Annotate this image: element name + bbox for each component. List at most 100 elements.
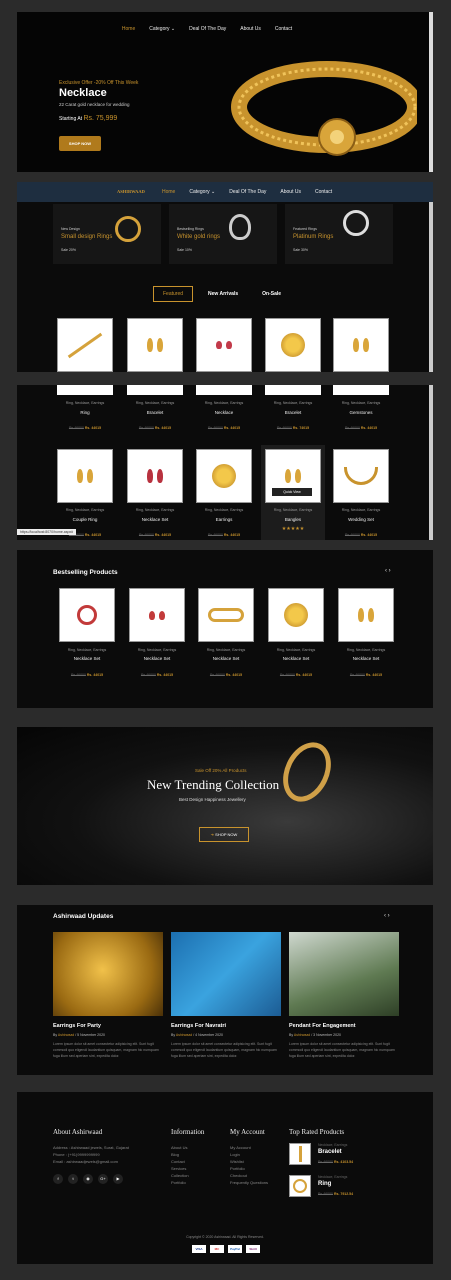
nav-about[interactable]: About Us	[240, 26, 261, 32]
quick-view-button[interactable]: Quick View	[272, 488, 312, 496]
brand-logo[interactable]: ASHIRWAAD	[117, 189, 145, 194]
sticky-nav-deal[interactable]: Deal Of The Day	[229, 189, 266, 195]
product-image[interactable]	[265, 318, 321, 372]
product-name[interactable]: Gemstones	[333, 410, 389, 415]
chevron-left-icon[interactable]: ‹	[384, 913, 386, 919]
sticky-nav-category[interactable]: Category ⌄	[189, 189, 215, 195]
product-name[interactable]: Bracelet	[265, 410, 321, 415]
product-card[interactable]: Ring, Necklace, Earrings Couple Ring Rs.…	[57, 449, 113, 537]
footer-link[interactable]: Login	[230, 1151, 268, 1158]
product-name[interactable]: Ring	[318, 1181, 331, 1187]
footer-link[interactable]: Collection	[171, 1172, 189, 1179]
banner-sale: Sale 10%	[177, 248, 192, 252]
product-card[interactable]: Ring, Necklace, Earrings Necklace Set Rs…	[59, 588, 115, 677]
sticky-nav-home[interactable]: Home	[162, 189, 175, 195]
blog-title[interactable]: Earrings For Party	[53, 1023, 163, 1029]
product-image[interactable]	[57, 318, 113, 372]
product-image: Quick View	[265, 449, 321, 503]
product-card-hovered[interactable]: Quick View Ring, Necklace, Earrings Bang…	[261, 445, 325, 540]
bestselling-panel: Bestselling Products ‹ › Ring, Necklace,…	[17, 550, 433, 708]
youtube-icon[interactable]: ▶	[113, 1174, 123, 1184]
google-plus-icon[interactable]: G+	[98, 1174, 108, 1184]
banner-title: Platinum Rings	[293, 234, 334, 240]
product-name[interactable]: Bracelet	[127, 410, 183, 415]
footer-link[interactable]: Frequently Questions	[230, 1179, 268, 1186]
product-name[interactable]: Earrings	[196, 517, 252, 522]
product-card[interactable]: Ring, Necklace, Earrings Necklace Set Rs…	[268, 588, 324, 677]
footer-link[interactable]: Blog	[171, 1151, 189, 1158]
product-card[interactable]: Ring, Necklace, Earrings Wedding Set Rs.…	[333, 449, 389, 537]
blog-card[interactable]: Earrings For Navratri By Ashirwaad / 4 N…	[171, 932, 281, 1059]
product-image	[196, 385, 252, 395]
tab-on-sale[interactable]: On-Sale	[253, 286, 290, 302]
nav-contact[interactable]: Contact	[275, 26, 292, 32]
product-name[interactable]: Bangles	[261, 517, 325, 522]
footer-link[interactable]: My Account	[230, 1144, 268, 1151]
product-image[interactable]	[333, 318, 389, 372]
product-card[interactable]: Ring, Necklace, Earrings Gemstones Rs.46…	[333, 385, 389, 430]
footer-info-title: Information	[171, 1128, 205, 1136]
shop-now-button[interactable]: SHOP NOW	[59, 136, 101, 151]
product-image[interactable]	[196, 318, 252, 372]
product-name[interactable]: Necklace Set	[268, 656, 324, 661]
chevron-right-icon[interactable]: ›	[388, 913, 390, 919]
sticky-nav-about[interactable]: About Us	[280, 189, 301, 195]
facebook-icon[interactable]: f	[53, 1174, 63, 1184]
blog-title[interactable]: Pendant For Engagement	[289, 1023, 399, 1029]
product-card[interactable]: Ring, Necklace, Earrings Ring Rs.46000 R…	[57, 385, 113, 430]
nav-deal[interactable]: Deal Of The Day	[189, 26, 226, 32]
banner-3[interactable]: Featured Rings Platinum Rings Sale 30%	[285, 204, 393, 264]
product-price: Rs.46000 Rs. 44015	[140, 673, 174, 677]
product-card[interactable]: Ring, Necklace, Earrings Necklace Set Rs…	[127, 449, 183, 537]
product-name[interactable]: Necklace Set	[198, 656, 254, 661]
product-name[interactable]: Necklace Set	[59, 656, 115, 661]
product-card[interactable]: Ring, Necklace, Earrings Necklace Set Rs…	[338, 588, 394, 677]
product-image	[127, 385, 183, 395]
tab-featured[interactable]: Featured	[153, 286, 194, 302]
scrollbar[interactable]	[429, 12, 433, 172]
blog-card[interactable]: Earrings For Party By Ashirwaad / 5 Nove…	[53, 932, 163, 1059]
blog-card[interactable]: Pendant For Engagement By Ashirwaad / 3 …	[289, 932, 399, 1059]
product-name[interactable]: Couple Ring	[57, 517, 113, 522]
blog-title[interactable]: Earrings For Navratri	[171, 1023, 281, 1029]
nav-category[interactable]: Category ⌄	[149, 26, 175, 32]
footer-link[interactable]: Portfolio	[171, 1179, 189, 1186]
footer-link[interactable]: Services	[171, 1165, 189, 1172]
footer-link[interactable]: Portfolio	[230, 1165, 268, 1172]
product-name[interactable]: Necklace	[196, 410, 252, 415]
top-rated-item[interactable]: Necklace, Earrings Bracelet Rs.46000 Rs.…	[289, 1143, 399, 1169]
trending-shop-button[interactable]: ➜ SHOP NOW	[199, 827, 249, 842]
banner-1[interactable]: New Design Small design Rings Sale 20%	[53, 204, 161, 264]
product-name[interactable]: Necklace Set	[129, 656, 185, 661]
chevron-right-icon[interactable]: ›	[389, 568, 391, 574]
product-image	[338, 588, 394, 642]
nav-home[interactable]: Home	[122, 26, 135, 32]
product-name[interactable]: Necklace Set	[338, 656, 394, 661]
footer-link[interactable]: Contact	[171, 1158, 189, 1165]
updates-panel: Ashirwaad Updates ‹ › Earrings For Party…	[17, 905, 433, 1075]
footer-link[interactable]: Checkout	[230, 1172, 268, 1179]
product-card[interactable]: Ring, Necklace, Earrings Necklace Set Rs…	[129, 588, 185, 677]
banner-2[interactable]: Bestselling Rings White gold rings Sale …	[169, 204, 277, 264]
product-card[interactable]: Ring, Necklace, Earrings Earrings Rs.460…	[196, 449, 252, 537]
scrollbar[interactable]	[429, 202, 433, 372]
product-name[interactable]: Wedding Set	[333, 517, 389, 522]
footer-link[interactable]: Wishlist	[230, 1158, 268, 1165]
chevron-left-icon[interactable]: ‹	[385, 568, 387, 574]
rss-icon[interactable]: ◉	[83, 1174, 93, 1184]
product-name[interactable]: Bracelet	[318, 1149, 342, 1155]
footer-link[interactable]: About Us	[171, 1144, 189, 1151]
scrollbar[interactable]	[429, 385, 433, 540]
top-rated-item[interactable]: Necklace, Earrings Ring Rs.46000 Rs. 791…	[289, 1175, 399, 1201]
product-name[interactable]: Ring	[57, 410, 113, 415]
twitter-icon[interactable]: t	[68, 1174, 78, 1184]
tab-new-arrivals[interactable]: New Arrivals	[199, 286, 247, 302]
sticky-nav-contact[interactable]: Contact	[315, 189, 332, 195]
product-image[interactable]	[127, 318, 183, 372]
product-image	[127, 449, 183, 503]
product-name[interactable]: Necklace Set	[127, 517, 183, 522]
product-card[interactable]: Ring, Necklace, Earrings Bracelet Rs.460…	[265, 385, 321, 430]
product-card[interactable]: Ring, Necklace, Earrings Bracelet Rs.460…	[127, 385, 183, 430]
product-card[interactable]: Ring, Necklace, Earrings Necklace Rs.460…	[196, 385, 252, 430]
product-card[interactable]: Ring, Necklace, Earrings Necklace Set Rs…	[198, 588, 254, 677]
